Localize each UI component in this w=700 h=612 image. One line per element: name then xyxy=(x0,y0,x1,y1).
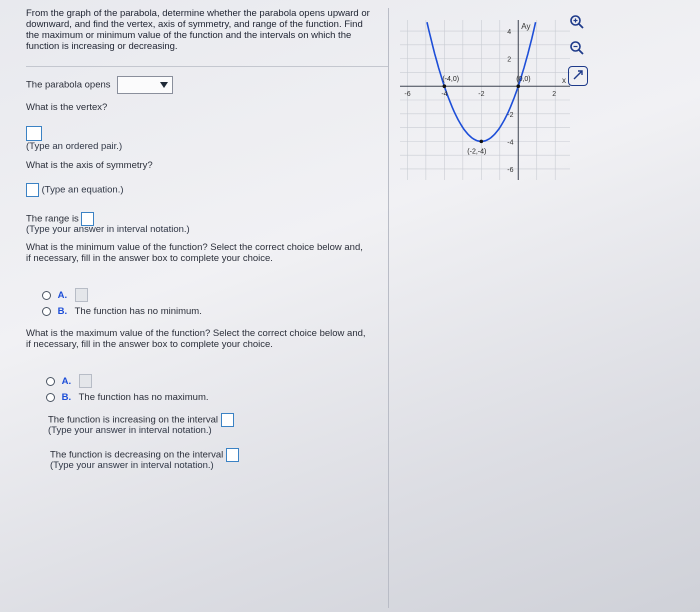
decreasing-note: (Type your answer in interval notation.) xyxy=(50,460,214,471)
radio-button[interactable] xyxy=(46,392,55,402)
graph-svg: Ay x -6 -4 -2 2 4 2 -2 -4 -6 (-4,0) (0,0) (-2,-4) xyxy=(400,20,570,180)
y-tick-label: 4 xyxy=(507,29,511,36)
chevron-down-icon xyxy=(160,82,169,88)
min-question-line: if necessary, fill in the answer box to … xyxy=(26,253,273,264)
axis-answer-box[interactable] xyxy=(26,183,39,197)
range-note: (Type your answer in interval notation.) xyxy=(26,224,190,235)
x-tick-label: -6 xyxy=(404,91,410,98)
max-answer-box[interactable] xyxy=(78,374,92,388)
y-axis-label: Ay xyxy=(521,22,530,31)
vertex-answer-box-wrap xyxy=(26,126,42,141)
x-axis-label: x xyxy=(562,76,566,85)
y-tick-label: -4 xyxy=(507,139,513,146)
vertex-question: What is the vertex? xyxy=(26,102,108,113)
radio-button[interactable] xyxy=(42,290,51,300)
option-letter: A. xyxy=(57,289,68,301)
panel-divider xyxy=(388,8,389,608)
increasing-label: The function is increasing on the interv… xyxy=(48,414,219,426)
min-question-line: What is the minimum value of the functio… xyxy=(26,242,363,253)
x-tick-label: 2 xyxy=(552,91,556,98)
graph-toolbar xyxy=(568,14,590,94)
decreasing-label: The function is decreasing on the interv… xyxy=(50,449,224,461)
point-label: (-4,0) xyxy=(442,76,459,83)
axis-note: (Type an equation.) xyxy=(41,184,124,196)
opens-row: The parabola opens xyxy=(26,76,174,94)
opens-dropdown[interactable] xyxy=(117,76,174,94)
option-text: The function has no minimum. xyxy=(74,306,202,317)
min-answer-box[interactable] xyxy=(74,288,88,302)
vertex-note: (Type an ordered pair.) xyxy=(26,141,123,152)
option-letter: B. xyxy=(61,392,72,403)
option-letter: B. xyxy=(57,306,68,317)
zoom-in-icon[interactable] xyxy=(568,14,586,32)
point-marker xyxy=(442,84,447,89)
instructions-line: downward, and find the vertex, axis of s… xyxy=(26,19,363,30)
x-tick-label: -2 xyxy=(478,91,484,98)
option-letter: A. xyxy=(61,375,72,387)
min-option-a[interactable]: A. xyxy=(42,288,88,302)
max-question: What is the maximum value of the functio… xyxy=(26,328,376,350)
parabola-graph: Ay x -6 -4 -2 2 4 2 -2 -4 -6 (-4,0) (0,0) (-2,-4) xyxy=(400,20,570,180)
x-tick-label: -4 xyxy=(441,91,447,98)
opens-label: The parabola opens xyxy=(26,79,111,91)
instructions-line: function is increasing or decreasing. xyxy=(26,41,178,52)
option-text: The function has no maximum. xyxy=(78,392,209,403)
axis-question: What is the axis of symmetry? xyxy=(26,160,153,171)
max-option-b[interactable]: B. The function has no maximum. xyxy=(46,392,209,403)
point-marker xyxy=(479,139,484,144)
point-marker xyxy=(516,84,521,89)
page: From the graph of the parabola, determin… xyxy=(0,0,700,612)
point-label: (-2,-4) xyxy=(467,148,486,155)
max-option-a[interactable]: A. xyxy=(46,374,92,388)
external-link-icon[interactable] xyxy=(568,66,588,86)
instructions-line: the maximum or minimum value of the func… xyxy=(26,30,352,41)
y-tick-label: -6 xyxy=(507,167,513,174)
divider xyxy=(26,66,388,67)
y-tick-label: -2 xyxy=(507,112,513,119)
y-tick-label: 2 xyxy=(507,57,511,64)
increasing-answer-box[interactable] xyxy=(220,413,234,427)
min-option-b[interactable]: B. The function has no minimum. xyxy=(42,306,202,317)
range-label: The range is xyxy=(26,213,79,225)
min-question: What is the minimum value of the functio… xyxy=(26,242,376,264)
vertex-answer-box[interactable] xyxy=(26,126,42,141)
decreasing-answer-box[interactable] xyxy=(225,448,239,462)
instructions-line: From the graph of the parabola, determin… xyxy=(26,8,370,19)
increasing-note: (Type your answer in interval notation.) xyxy=(48,425,212,436)
max-question-line: if necessary, fill in the answer box to … xyxy=(26,339,273,350)
radio-button[interactable] xyxy=(46,376,55,386)
axis-row: (Type an equation.) xyxy=(26,183,124,197)
zoom-out-icon[interactable] xyxy=(568,40,586,58)
radio-button[interactable] xyxy=(42,306,51,316)
point-label: (0,0) xyxy=(516,76,530,83)
instructions: From the graph of the parabola, determin… xyxy=(26,8,386,52)
max-question-line: What is the maximum value of the functio… xyxy=(26,328,366,339)
